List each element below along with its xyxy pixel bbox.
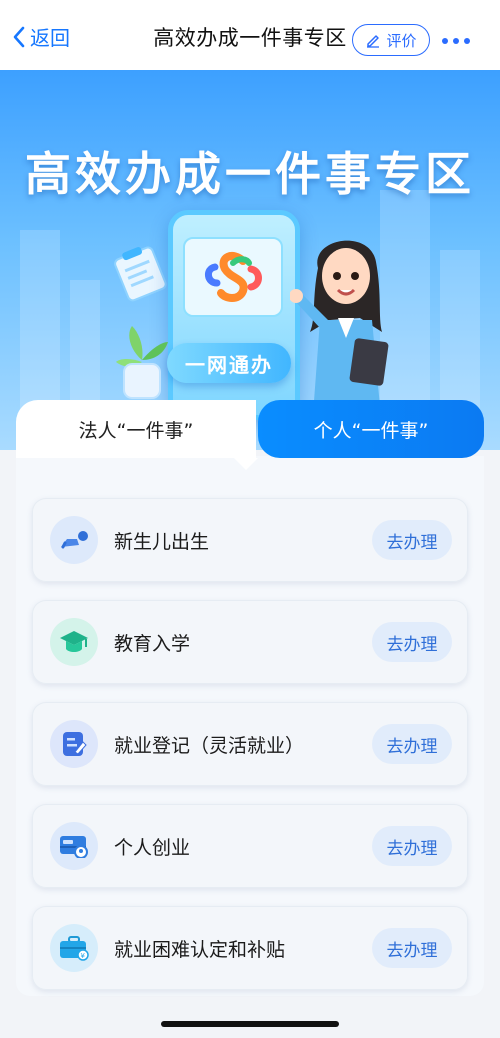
- go-handle-button[interactable]: 去办理: [372, 622, 452, 662]
- app-logo: [183, 237, 283, 317]
- tab-pointer: [234, 458, 258, 470]
- go-handle-button[interactable]: 去办理: [372, 826, 452, 866]
- service-label: 就业登记（灵活就业）: [114, 734, 305, 757]
- service-label: 新生儿出生: [114, 530, 210, 553]
- pencil-icon: [367, 35, 380, 48]
- registration-form-icon: [50, 720, 98, 768]
- service-item-employment-difficulty-subsidy[interactable]: ¥ 就业困难认定和补贴 去办理: [32, 906, 468, 990]
- category-tabs: 法人“一件事” 个人“一件事”: [16, 400, 484, 470]
- rate-label: 评价: [386, 31, 417, 50]
- service-item-newborn[interactable]: 新生儿出生 去办理: [32, 498, 468, 582]
- assistant-character: [290, 240, 389, 428]
- tab-legal-person[interactable]: 法人“一件事”: [16, 400, 256, 458]
- phone-illustration: 一网通办: [167, 210, 300, 420]
- tab-individual[interactable]: 个人“一件事”: [258, 400, 484, 458]
- go-handle-button[interactable]: 去办理: [372, 520, 452, 560]
- clipboard-icon: [114, 246, 167, 302]
- graduation-cap-icon: [50, 618, 98, 666]
- entrepreneur-card-icon: [50, 822, 98, 870]
- banner-title: 高效办成一件事专区: [25, 147, 475, 201]
- baby-crawl-icon: [50, 516, 98, 564]
- hero-banner: 高效办成一件事专区 一网通办: [0, 70, 500, 450]
- go-handle-button[interactable]: 去办理: [372, 928, 452, 968]
- service-list-panel: 新生儿出生 去办理 教育入学 去办理 就业登记（灵活就业） 去办理 个人创业 去…: [16, 456, 484, 996]
- briefcase-subsidy-icon: ¥: [50, 924, 98, 972]
- app-logo-icon: [205, 251, 262, 302]
- home-indicator[interactable]: [161, 1021, 339, 1027]
- service-item-employment-registration[interactable]: 就业登记（灵活就业） 去办理: [32, 702, 468, 786]
- service-label: 个人创业: [114, 836, 191, 859]
- svg-text:¥: ¥: [81, 952, 86, 960]
- service-item-education[interactable]: 教育入学 去办理: [32, 600, 468, 684]
- top-nav-bar: 返回 高效办成一件事专区 评价: [0, 0, 500, 70]
- phone-badge: 一网通办: [167, 343, 291, 383]
- go-handle-button[interactable]: 去办理: [372, 724, 452, 764]
- service-item-entrepreneurship[interactable]: 个人创业 去办理: [32, 804, 468, 888]
- rate-button[interactable]: 评价: [352, 24, 430, 56]
- service-label: 教育入学: [114, 632, 191, 655]
- potted-plant-icon: [116, 326, 168, 399]
- more-options-icon[interactable]: [442, 38, 470, 44]
- service-label: 就业困难认定和补贴: [114, 938, 286, 961]
